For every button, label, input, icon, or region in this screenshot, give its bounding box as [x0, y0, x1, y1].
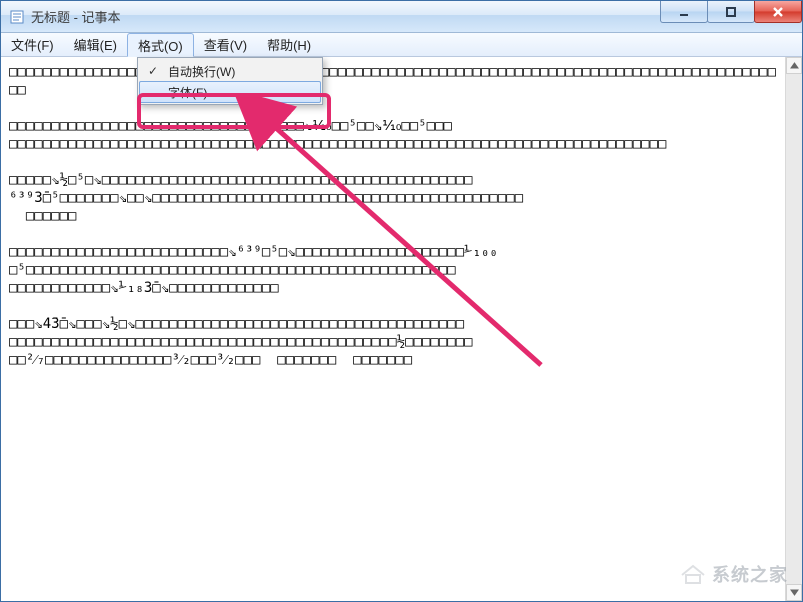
scroll-track[interactable] [786, 74, 802, 584]
minimize-button[interactable] [660, 1, 708, 23]
window-controls [661, 1, 802, 23]
menu-edit[interactable]: 编辑(E) [64, 33, 127, 56]
scroll-up-button[interactable] [786, 57, 802, 74]
app-window: 无标题 - 记事本 文件(F) 编辑(E) 格式(O) 查看(V) 帮助(H) … [0, 0, 803, 602]
window-title: 无标题 - 记事本 [31, 7, 121, 26]
editor-area: □□□□□□□□□□□□□□□□□□□□□□□□□□□□□□□□□□□□□□□□… [1, 57, 802, 601]
text-content[interactable]: □□□□□□□□□□□□□□□□□□□□□□□□□□□□□□□□□□□□□□□□… [1, 57, 785, 601]
app-icon [9, 9, 25, 25]
menu-view[interactable]: 查看(V) [194, 33, 257, 56]
watermark-icon [680, 563, 706, 585]
menu-help[interactable]: 帮助(H) [257, 33, 321, 56]
close-button[interactable] [754, 1, 802, 23]
font-label: 字体(F)... [168, 84, 217, 101]
menu-file[interactable]: 文件(F) [1, 33, 64, 56]
watermark-text: 系统之家 [712, 561, 788, 587]
menu-format[interactable]: 格式(O) [127, 33, 194, 57]
menu-bar: 文件(F) 编辑(E) 格式(O) 查看(V) 帮助(H) [1, 33, 802, 57]
font-menu-item[interactable]: 字体(F)... [139, 81, 321, 103]
watermark: 系统之家 [680, 561, 788, 587]
vertical-scrollbar[interactable] [785, 57, 802, 601]
checkmark-icon: ✓ [148, 64, 158, 78]
wordwrap-menu-item[interactable]: ✓ 自动换行(W) [140, 60, 320, 82]
scroll-down-button[interactable] [786, 584, 802, 601]
maximize-button[interactable] [707, 1, 755, 23]
title-bar[interactable]: 无标题 - 记事本 [1, 1, 802, 33]
format-dropdown: ✓ 自动换行(W) 字体(F)... [137, 57, 323, 105]
wordwrap-label: 自动换行(W) [168, 63, 235, 80]
